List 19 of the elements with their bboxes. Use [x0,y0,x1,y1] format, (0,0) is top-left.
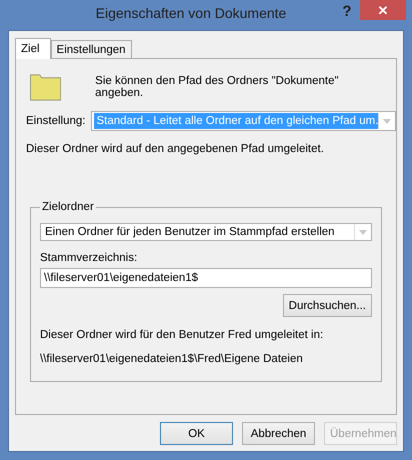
dialog-button[interactable]: Abbrechen [242,422,315,445]
root-path-field[interactable]: \\fileserver01\eigenedateien1$ [40,268,372,288]
root-label: Stammverzeichnis: [40,252,138,264]
tab[interactable]: Einstellungen [50,40,132,58]
folder-icon [30,73,62,101]
description-text: Sie können den Pfad des Ordners "Dokumente" angeben. [95,75,340,99]
result-path: \\fileserver01\eigenedateien1$\Fred\Eigene Dateien [40,353,304,365]
result-label: Dieser Ordner wird für den Benutzer Fred umgeleitet in: [40,329,324,341]
browse-button[interactable]: Durchsuchen... [282,294,372,317]
group-title: Zielordner [41,201,95,213]
dialog-button[interactable]: OK [160,422,233,445]
info-text: Dieser Ordner wird auf den angegebenen Pfad umgeleitet. [26,143,325,155]
window-title: Eigenschaften von Dokumente [94,5,288,21]
close-button[interactable]: ✕ [360,0,406,20]
mode-dropdown[interactable]: Einen Ordner für jeden Benutzer im Stammpfad erstellen [40,223,372,241]
setting-label: Einstellung: [26,115,86,127]
tab[interactable]: Ziel [15,38,51,59]
help-button[interactable]: ? [334,1,360,21]
caret-icon [354,224,370,240]
